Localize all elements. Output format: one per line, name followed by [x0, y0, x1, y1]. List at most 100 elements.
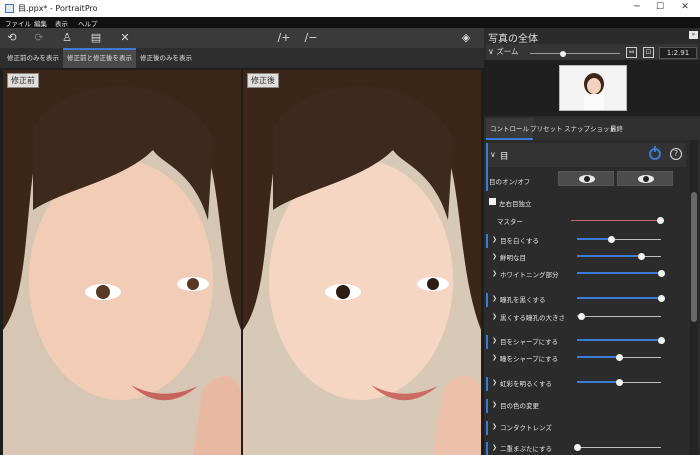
zoom-value[interactable]: 1:2.91: [659, 47, 697, 59]
slider-handle[interactable]: [616, 379, 623, 386]
brush-add-icon[interactable]: ∕+: [276, 30, 292, 46]
portrait-after-image: [243, 70, 481, 455]
slider-handle[interactable]: [608, 236, 615, 243]
tab-after-only[interactable]: 修正後のみを表示: [136, 48, 196, 68]
zoom-label[interactable]: ∨ ズーム: [488, 46, 519, 57]
slider-label: 瞳孔を黒くする: [500, 296, 546, 304]
slider-label: 目を白くする: [500, 237, 539, 245]
section-accent-bar: [486, 143, 488, 191]
slider-accent-bar: [486, 399, 488, 413]
slider-label: コンタクトレンズ: [500, 424, 552, 432]
portrait-before-image: [3, 70, 241, 455]
slider-label: 鮮明な目: [500, 254, 526, 262]
panel-scrollbar-thumb[interactable]: [691, 192, 697, 322]
slider-fill: [577, 356, 619, 358]
chevron-right-icon[interactable]: ❯: [492, 295, 497, 302]
title-bar: 目.ppx* - PortraitPro ─ ☐ ✕: [0, 0, 700, 17]
eye-toggle-left-button[interactable]: [558, 171, 614, 186]
separate-eyes-checkbox[interactable]: [489, 198, 496, 205]
slider-handle[interactable]: [578, 313, 585, 320]
chevron-down-icon: ∨: [488, 47, 494, 56]
before-label: 修正前: [7, 73, 39, 88]
slider-handle[interactable]: [574, 444, 581, 451]
slider-handle[interactable]: [638, 253, 645, 260]
eye-icon: [579, 175, 595, 183]
slider-label: 虹彩を明るくする: [500, 380, 552, 388]
eye-toggle-label: 目のオン/オフ: [489, 178, 531, 186]
document-icon[interactable]: ▤: [88, 30, 104, 46]
tab-before-after[interactable]: 修正前と修正後を表示: [63, 48, 136, 68]
slider-handle[interactable]: [658, 295, 665, 302]
tab-before-only[interactable]: 修正前のみを表示: [3, 48, 63, 68]
view-tabs: 修正前のみを表示 修正前と修正後を表示 修正後のみを表示: [0, 48, 484, 68]
chevron-right-icon[interactable]: ❯: [492, 423, 497, 430]
chevron-right-icon[interactable]: ❯: [492, 270, 497, 277]
slider-label: 二重まぶたにする: [500, 445, 553, 453]
panel-title: 写真の全体: [488, 34, 538, 45]
after-label: 修正後: [247, 73, 279, 88]
slider-label: ホワイトニング部分: [500, 271, 559, 279]
power-icon[interactable]: [649, 146, 661, 160]
fit-width-icon[interactable]: ⇔: [626, 47, 637, 58]
chevron-right-icon[interactable]: ❯: [492, 354, 497, 361]
zoom-label-text: ズーム: [496, 47, 519, 56]
menu-view[interactable]: 表示: [55, 18, 68, 28]
close-window-button[interactable]: ✕: [678, 2, 692, 14]
mask-slider-handle[interactable]: [657, 217, 664, 224]
person-icon[interactable]: ♙: [59, 30, 75, 46]
slider-label: 目をシャープにする: [500, 338, 559, 346]
brush-remove-icon[interactable]: ∕−: [303, 30, 319, 46]
eye-icon: [638, 175, 654, 183]
separate-eyes-label: 左右目独立: [499, 200, 532, 208]
zoom-slider-track[interactable]: [530, 53, 620, 54]
mask-label: マスター: [497, 218, 523, 226]
slider-label: 黒くする瞳孔の大きさ: [500, 314, 565, 322]
tab-final[interactable]: 最終: [606, 118, 627, 140]
undo-icon[interactable]: ⟲: [4, 30, 20, 46]
navigator-thumbnail[interactable]: [559, 65, 627, 111]
chevron-right-icon[interactable]: ❯: [492, 444, 497, 451]
slider-track[interactable]: [577, 316, 661, 317]
maximize-button[interactable]: ☐: [653, 2, 667, 14]
before-photo[interactable]: 修正前: [3, 70, 241, 455]
window-title: 目.ppx* - PortraitPro: [18, 4, 98, 13]
slider-fill: [577, 238, 611, 240]
slider-handle[interactable]: [658, 270, 665, 277]
chevron-right-icon[interactable]: ❯: [492, 337, 497, 344]
fit-window-icon[interactable]: ⊡: [643, 47, 654, 58]
slider-handle[interactable]: [658, 337, 665, 344]
chevron-right-icon[interactable]: ❯: [492, 401, 497, 408]
slider-fill: [577, 272, 661, 274]
slider-accent-bar: [486, 234, 488, 248]
toolbar: ⟲ ⟳ ♙ ▤ ✕ ∕+ ∕− ◈: [0, 28, 484, 48]
eye-toggle-right-button[interactable]: [617, 171, 673, 186]
help-icon[interactable]: ?: [670, 148, 682, 160]
thumbnail-image: [560, 66, 626, 110]
menu-edit[interactable]: 編集: [34, 18, 47, 28]
slider-track[interactable]: [577, 447, 661, 448]
redo-icon[interactable]: ⟳: [31, 30, 47, 46]
slider-label: 目の色の変更: [500, 402, 539, 410]
chevron-right-icon[interactable]: ❯: [492, 236, 497, 243]
layers-icon[interactable]: ◈: [458, 30, 474, 46]
slider-handle[interactable]: [616, 354, 623, 361]
zoom-slider-handle[interactable]: [560, 51, 566, 57]
after-photo[interactable]: 修正後: [243, 70, 481, 455]
chevron-right-icon[interactable]: ❯: [492, 379, 497, 386]
slider-accent-bar: [486, 335, 488, 349]
mask-slider-track[interactable]: [571, 220, 661, 221]
chevron-down-icon: ∨: [490, 150, 496, 159]
chevron-right-icon[interactable]: ❯: [492, 313, 497, 320]
panel-collapse-icon[interactable]: »: [689, 31, 698, 39]
chevron-right-icon[interactable]: ❯: [492, 253, 497, 260]
menu-file[interactable]: ファイル: [5, 18, 31, 28]
section-title: 目: [500, 152, 509, 162]
slider-fill: [577, 297, 661, 299]
menu-help[interactable]: ヘルプ: [78, 18, 98, 28]
slider-accent-bar: [486, 442, 488, 455]
minimize-button[interactable]: ─: [630, 2, 644, 14]
close-icon[interactable]: ✕: [117, 30, 133, 46]
slider-fill: [577, 339, 661, 341]
slider-fill: [577, 255, 641, 257]
slider-accent-bar: [486, 377, 488, 391]
